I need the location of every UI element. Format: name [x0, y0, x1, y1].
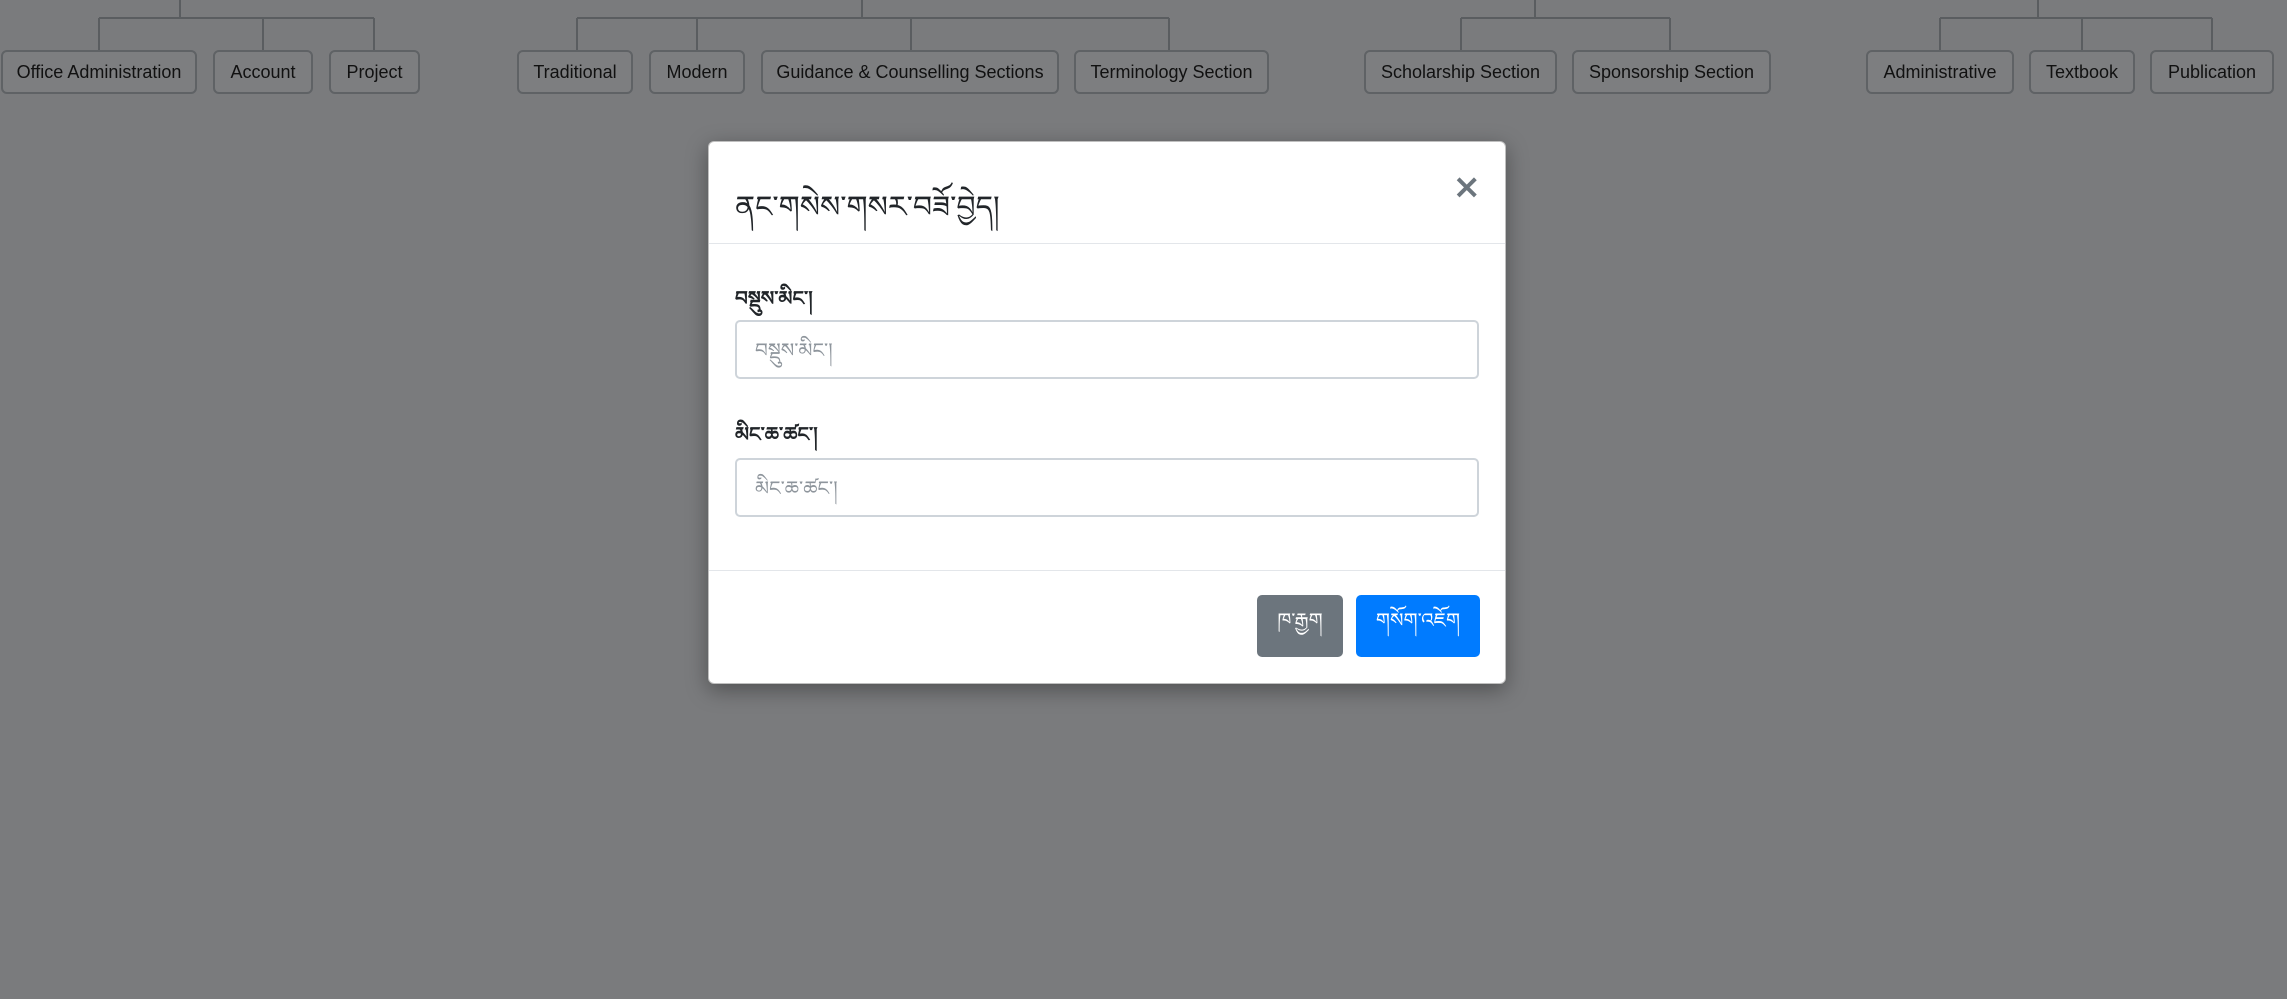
- org-node-textbook[interactable]: Textbook: [2029, 50, 2135, 94]
- modal-footer: ཁ་རྒྱག གསོག་འཇོག: [709, 570, 1505, 686]
- org-node-account[interactable]: Account: [213, 50, 313, 94]
- org-node-project[interactable]: Project: [329, 50, 420, 94]
- org-node-guidance-counselling[interactable]: Guidance & Counselling Sections: [761, 50, 1059, 94]
- modal-header: ནང་གསེས་གསར་བཟོ་བྱེད། ×: [709, 142, 1505, 244]
- save-button[interactable]: གསོག་འཇོག: [1356, 595, 1480, 657]
- org-node-traditional[interactable]: Traditional: [517, 50, 633, 94]
- org-node-sponsorship-section[interactable]: Sponsorship Section: [1572, 50, 1771, 94]
- short-name-input[interactable]: [735, 320, 1479, 379]
- org-chart-background: Office Administration Account Project Tr…: [0, 0, 2287, 140]
- org-node-publication[interactable]: Publication: [2150, 50, 2274, 94]
- full-name-input[interactable]: [735, 458, 1479, 517]
- org-node-modern[interactable]: Modern: [649, 50, 745, 94]
- close-icon[interactable]: ×: [1453, 170, 1482, 204]
- close-button[interactable]: ཁ་རྒྱག: [1257, 595, 1343, 657]
- org-node-administrative[interactable]: Administrative: [1866, 50, 2014, 94]
- add-subdivision-modal: ནང་གསེས་གསར་བཟོ་བྱེད། × བསྡུས་མིང་། མིང་…: [708, 141, 1506, 684]
- org-node-terminology-section[interactable]: Terminology Section: [1074, 50, 1269, 94]
- org-node-office-administration[interactable]: Office Administration: [1, 50, 197, 94]
- modal-title: ནང་གསེས་གསར་བཟོ་བྱེད།: [735, 190, 1000, 225]
- org-node-scholarship-section[interactable]: Scholarship Section: [1364, 50, 1557, 94]
